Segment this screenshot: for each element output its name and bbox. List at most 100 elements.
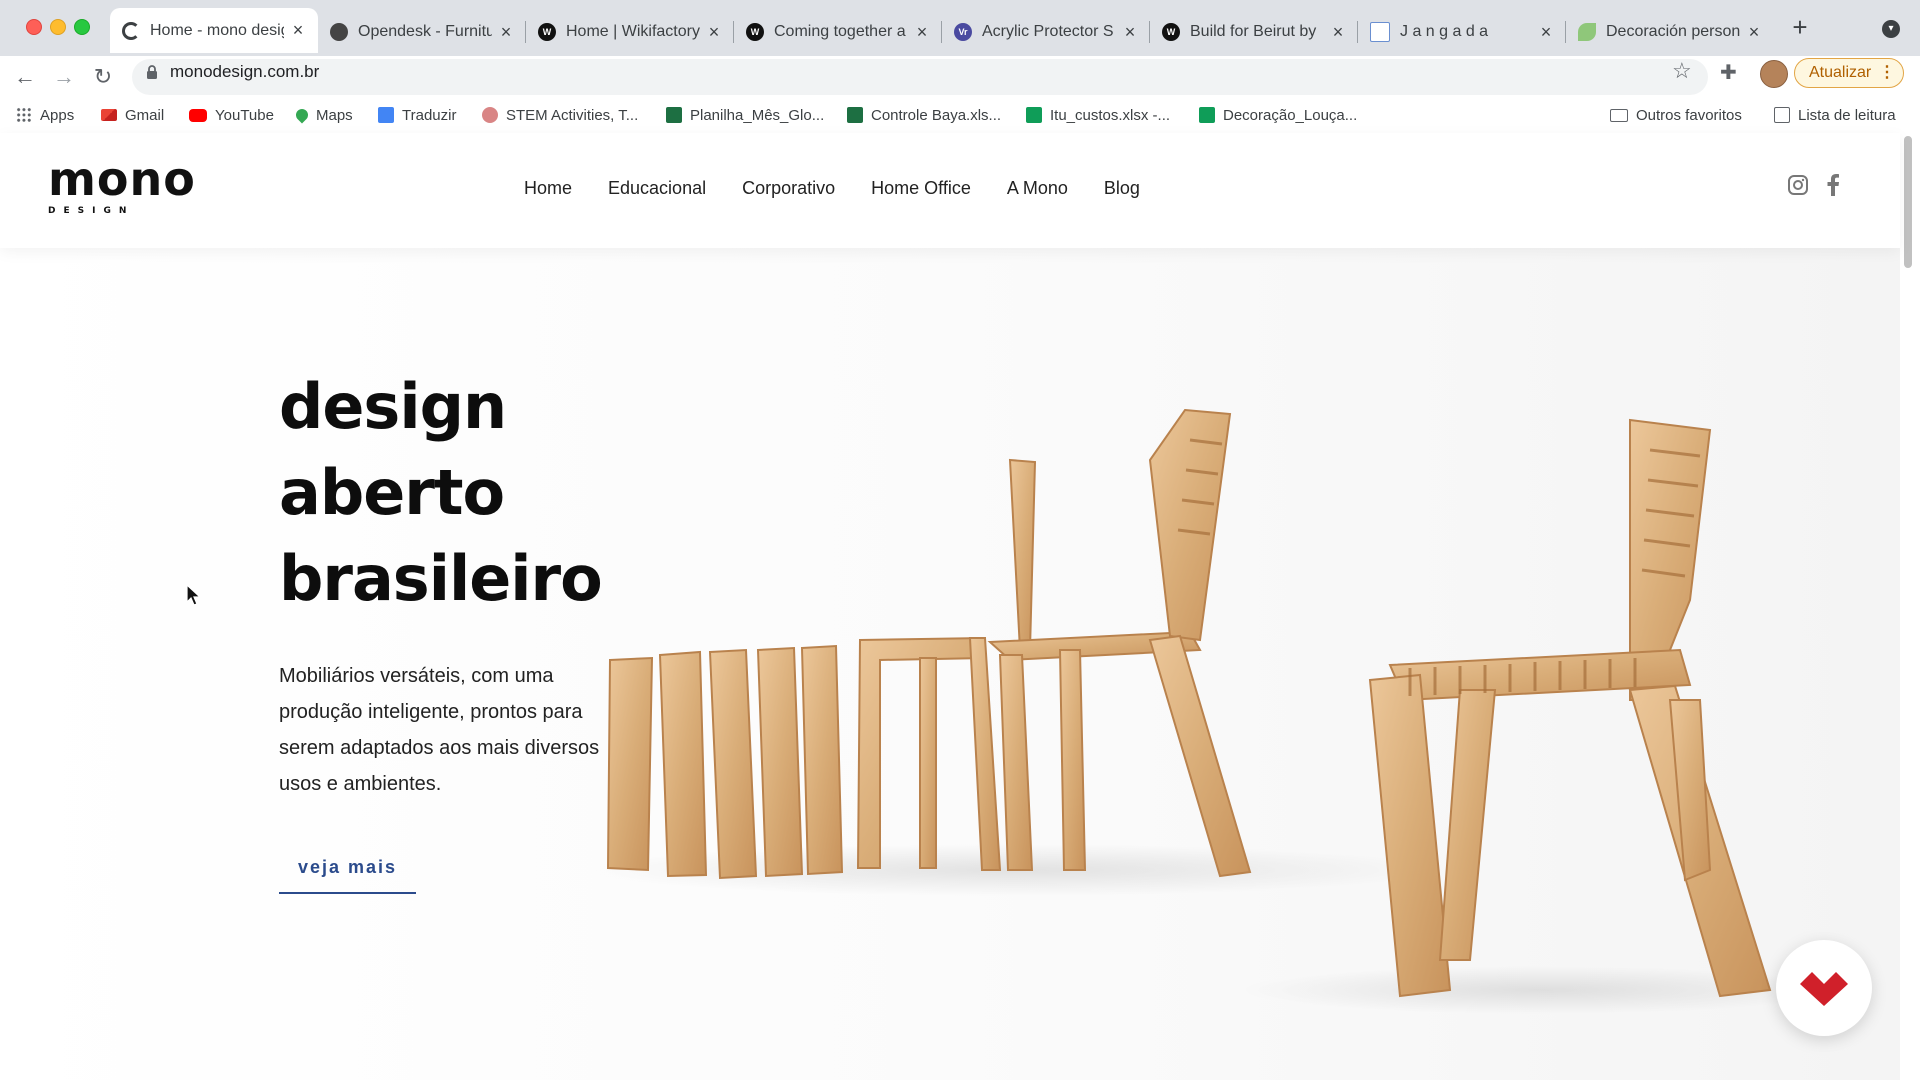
tab-search-icon[interactable]: ▾ [1882, 20, 1900, 38]
bookmark-apps[interactable]: Apps [16, 100, 74, 130]
bookmark-youtube[interactable]: YouTube [189, 100, 274, 130]
bookmark-gmail[interactable]: Gmail [101, 100, 164, 130]
close-tab-icon[interactable]: × [290, 20, 306, 41]
tab-decoracion[interactable]: Decoración person × [1566, 11, 1774, 53]
close-tab-icon[interactable]: × [914, 22, 930, 43]
update-button[interactable]: Atualizar ⋮ [1794, 58, 1904, 88]
bookmark-label: Outros favoritos [1636, 106, 1742, 124]
close-tab-icon[interactable]: × [706, 22, 722, 43]
new-tab-icon[interactable]: + [1788, 14, 1812, 40]
mono-design-logo[interactable]: mono DESIGN [48, 156, 196, 216]
bookmark-label: Decoração_Louça... [1223, 106, 1358, 124]
tab-strip: Home - mono design × Opendesk - Furnitur… [0, 0, 1920, 56]
nav-home[interactable]: Home [524, 178, 572, 199]
excel-icon [666, 107, 682, 123]
other-bookmarks-folder[interactable]: Outros favoritos [1610, 100, 1742, 130]
nav-blog[interactable]: Blog [1104, 178, 1140, 199]
tab-title: Decoración person [1606, 23, 1740, 40]
lock-icon [147, 65, 157, 79]
nav-educacional[interactable]: Educacional [608, 178, 706, 199]
reload-icon[interactable]: ↻ [86, 60, 120, 94]
excel-icon [847, 107, 863, 123]
bookmark-controle-baya[interactable]: Controle Baya.xls... [847, 100, 1001, 130]
gmail-icon [101, 109, 117, 121]
bookmark-label: Lista de leitura [1798, 106, 1896, 124]
hero-description: Mobiliários versáteis, com uma produção … [279, 665, 600, 795]
close-tab-icon[interactable]: × [498, 22, 514, 43]
close-tab-icon[interactable]: × [1330, 22, 1346, 43]
bookmark-label: Traduzir [402, 106, 457, 124]
close-tab-icon[interactable]: × [1538, 22, 1554, 43]
close-tab-icon[interactable]: × [1122, 22, 1138, 43]
nav-corporativo[interactable]: Corporativo [742, 178, 835, 199]
tab-coming-together[interactable]: W Coming together a × [734, 11, 942, 53]
tab-build-for-beirut[interactable]: W Build for Beirut by × [1150, 11, 1358, 53]
address-bar[interactable] [132, 59, 1708, 95]
bookmark-maps[interactable]: Maps [293, 100, 353, 130]
tab-jangada[interactable]: J a n g a d a × [1358, 11, 1566, 53]
back-arrow-icon[interactable]: ← [8, 60, 42, 94]
maximize-window-button[interactable] [74, 19, 90, 35]
sheets-icon [1026, 107, 1042, 123]
bookmark-label: Controle Baya.xls... [871, 106, 1002, 124]
chat-widget-icon [1800, 972, 1848, 1006]
close-window-button[interactable] [26, 19, 42, 35]
sheets-icon [1199, 107, 1215, 123]
bookmark-traduzir[interactable]: Traduzir [378, 100, 456, 130]
tab-title: Opendesk - Furniture [358, 23, 492, 40]
bookmark-label: YouTube [215, 106, 274, 124]
bookmark-label: Apps [40, 106, 75, 124]
facebook-icon[interactable] [1826, 174, 1840, 196]
bookmark-planilha[interactable]: Planilha_Mês_Glo... [666, 100, 824, 130]
tab-title: Home | Wikifactory [566, 23, 700, 40]
close-tab-icon[interactable]: × [1746, 22, 1762, 43]
vr-icon: Vr [954, 23, 972, 41]
page-scrollbar[interactable] [1904, 136, 1912, 268]
jangada-icon [1370, 22, 1390, 42]
nav-a-mono[interactable]: A Mono [1007, 178, 1068, 199]
bookmark-itu-custos[interactable]: Itu_custos.xlsx -... [1026, 100, 1170, 130]
wikifactory-icon: W [746, 23, 764, 41]
forward-arrow-icon[interactable]: → [47, 60, 81, 94]
hero-title-line: design [279, 370, 507, 443]
instagram-icon[interactable] [1787, 174, 1809, 196]
leaf-icon [1578, 23, 1596, 41]
nav-home-office[interactable]: Home Office [871, 178, 971, 199]
youtube-icon [189, 108, 207, 122]
bookmark-star-icon[interactable]: ☆ [1672, 58, 1692, 84]
bookmark-label: Gmail [125, 106, 165, 124]
extensions-puzzle-icon[interactable]: ✚ [1720, 60, 1737, 85]
hero-title-line: brasileiro [279, 542, 603, 615]
folder-icon [1610, 108, 1628, 122]
hero-title-line: aberto [279, 456, 505, 529]
tab-title: Coming together a [774, 23, 906, 40]
reading-list-icon [1774, 107, 1790, 123]
tab-wikifactory[interactable]: W Home | Wikifactory × [526, 11, 734, 53]
chat-widget-button[interactable] [1776, 940, 1872, 1036]
bookmark-decoracao[interactable]: Decoração_Louça... [1199, 100, 1357, 130]
tab-acrylic-protector[interactable]: Vr Acrylic Protector S × [942, 11, 1150, 53]
tab-list: Home - mono design × Opendesk - Furnitur… [110, 8, 1774, 56]
logo-word: mono [48, 152, 196, 206]
tab-opendesk[interactable]: Opendesk - Furniture × [318, 11, 526, 53]
logo-subtitle: DESIGN [48, 206, 135, 216]
profile-avatar[interactable] [1760, 60, 1788, 88]
minimize-window-button[interactable] [50, 19, 66, 35]
more-menu-icon: ⋮ [1879, 64, 1895, 81]
bookmark-stem[interactable]: STEM Activities, T... [482, 100, 638, 130]
mouse-cursor-icon [186, 584, 202, 606]
stem-icon [482, 107, 498, 123]
url-text[interactable]: monodesign.com.br [170, 62, 319, 82]
maps-pin-icon [293, 106, 311, 124]
veja-mais-button[interactable]: veja mais [279, 852, 416, 894]
wikifactory-icon: W [538, 23, 556, 41]
bookmark-label: Maps [316, 106, 353, 124]
bookmark-label: Planilha_Mês_Glo... [690, 106, 825, 124]
apps-grid-icon [16, 107, 32, 123]
reading-list-button[interactable]: Lista de leitura [1774, 100, 1896, 130]
opendesk-icon [330, 23, 348, 41]
translate-icon [378, 107, 394, 123]
update-label: Atualizar [1809, 64, 1872, 81]
bookmark-label: STEM Activities, T... [506, 106, 639, 124]
tab-mono-design[interactable]: Home - mono design × [110, 8, 318, 53]
